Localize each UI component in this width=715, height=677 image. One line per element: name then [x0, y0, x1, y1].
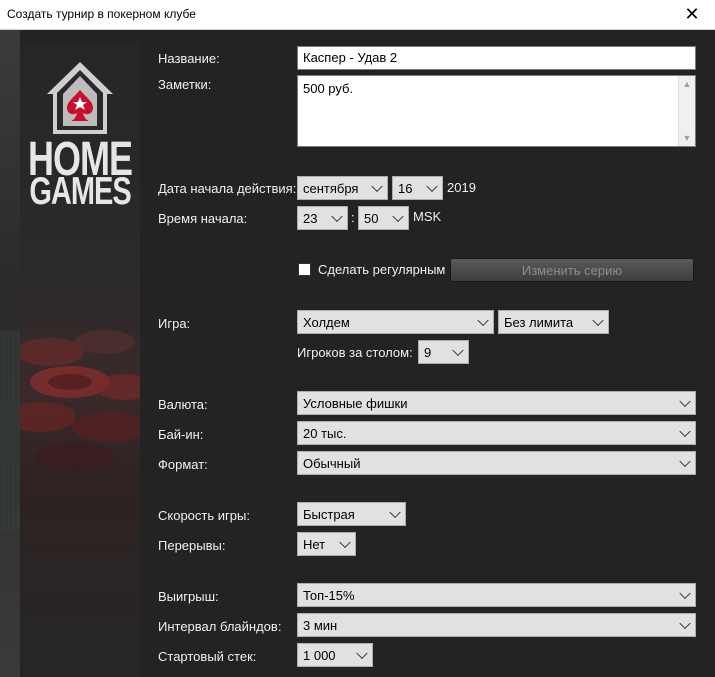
name-label: Название: — [158, 51, 220, 66]
poker-chips-image — [20, 330, 140, 471]
scroll-down-icon[interactable]: ▼ — [679, 130, 695, 146]
month-select[interactable]: сентября — [297, 176, 388, 200]
starting-stack-select[interactable]: 1 000 — [297, 643, 373, 667]
year-text: 2019 — [447, 180, 476, 195]
limit-value: Без лимита — [504, 314, 574, 330]
chevron-down-icon — [679, 395, 691, 408]
chevron-down-icon — [371, 180, 383, 193]
chevron-down-icon — [389, 506, 401, 519]
start-time-label: Время начала: — [158, 211, 248, 226]
background-window-edge — [0, 30, 20, 677]
starting-stack-value: 1 000 — [303, 647, 336, 663]
payout-select[interactable]: Топ-15% — [297, 583, 696, 607]
logo-reflection — [20, 219, 140, 249]
chevron-down-icon — [426, 180, 438, 193]
chevron-down-icon — [339, 536, 351, 549]
currency-label: Валюта: — [158, 397, 208, 412]
name-input[interactable]: Каспер - Удав 2 — [297, 46, 696, 70]
format-label: Формат: — [158, 457, 208, 472]
format-select[interactable]: Обычный — [297, 451, 696, 475]
day-value: 16 — [398, 180, 413, 196]
speed-value: Быстрая — [303, 506, 355, 522]
players-select[interactable]: 9 — [418, 340, 469, 364]
minute-select[interactable]: 50 — [358, 206, 409, 230]
chevron-down-icon — [679, 425, 691, 438]
start-date-label: Дата начала действия: — [158, 181, 297, 196]
day-select[interactable]: 16 — [392, 176, 443, 200]
speed-label: Скорость игры: — [158, 508, 250, 523]
buyin-label: Бай-ин: — [158, 427, 204, 442]
format-value: Обычный — [303, 455, 361, 471]
blind-interval-label: Интервал блайндов: — [158, 619, 282, 634]
chevron-down-icon — [392, 210, 404, 223]
currency-value: Условные фишки — [303, 395, 408, 411]
currency-select[interactable]: Условные фишки — [297, 391, 696, 415]
chevron-down-icon — [679, 455, 691, 468]
game-value: Холдем — [303, 314, 350, 330]
month-value: сентября — [303, 180, 359, 196]
logo-text-games: GAMES — [29, 170, 131, 214]
chevron-down-icon — [592, 314, 604, 327]
chevron-down-icon — [679, 587, 691, 600]
blind-interval-select[interactable]: 3 мин — [297, 613, 696, 637]
time-separator: : — [351, 210, 355, 225]
recurring-label[interactable]: Сделать регулярным — [318, 262, 445, 277]
scroll-up-icon[interactable]: ▲ — [679, 76, 695, 92]
window-title: Создать турнир в покерном клубе — [7, 7, 196, 21]
home-games-banner: HOME GAMES — [20, 42, 140, 677]
notes-value: 500 руб. — [303, 81, 354, 96]
speed-select[interactable]: Быстрая — [297, 502, 406, 526]
hour-value: 23 — [303, 210, 318, 226]
minute-value: 50 — [364, 210, 379, 226]
limit-select[interactable]: Без лимита — [498, 310, 609, 334]
starting-stack-label: Стартовый стек: — [158, 649, 257, 664]
breaks-label: Перерывы: — [158, 538, 226, 553]
title-bar: Создать турнир в покерном клубе ✕ — [0, 0, 715, 30]
notes-scrollbar[interactable]: ▲ ▼ — [678, 76, 695, 146]
chevron-down-icon — [356, 647, 368, 660]
breaks-select[interactable]: Нет — [297, 532, 356, 556]
chevron-down-icon — [452, 344, 464, 357]
game-select[interactable]: Холдем — [297, 310, 494, 334]
players-label: Игроков за столом: — [297, 345, 413, 360]
chevron-down-icon — [679, 617, 691, 630]
game-label: Игра: — [158, 316, 191, 331]
chevron-down-icon — [331, 210, 343, 223]
payout-label: Выигрыш: — [158, 589, 219, 604]
close-icon[interactable]: ✕ — [669, 0, 715, 29]
hour-select[interactable]: 23 — [297, 206, 348, 230]
notes-label: Заметки: — [158, 77, 212, 92]
chevron-down-icon — [477, 314, 489, 327]
edit-series-button[interactable]: Изменить серию — [450, 258, 694, 282]
buyin-value: 20 тыс. — [303, 425, 347, 441]
breaks-value: Нет — [303, 536, 326, 552]
house-spade-logo-icon — [47, 62, 113, 134]
blind-interval-value: 3 мин — [303, 617, 338, 633]
buyin-select[interactable]: 20 тыс. — [297, 421, 696, 445]
recurring-checkbox[interactable] — [298, 263, 311, 276]
timezone-text: MSK — [413, 209, 442, 224]
payout-value: Топ-15% — [303, 587, 355, 603]
notes-textarea[interactable]: 500 руб. ▲ ▼ — [297, 75, 696, 147]
players-value: 9 — [424, 344, 432, 360]
